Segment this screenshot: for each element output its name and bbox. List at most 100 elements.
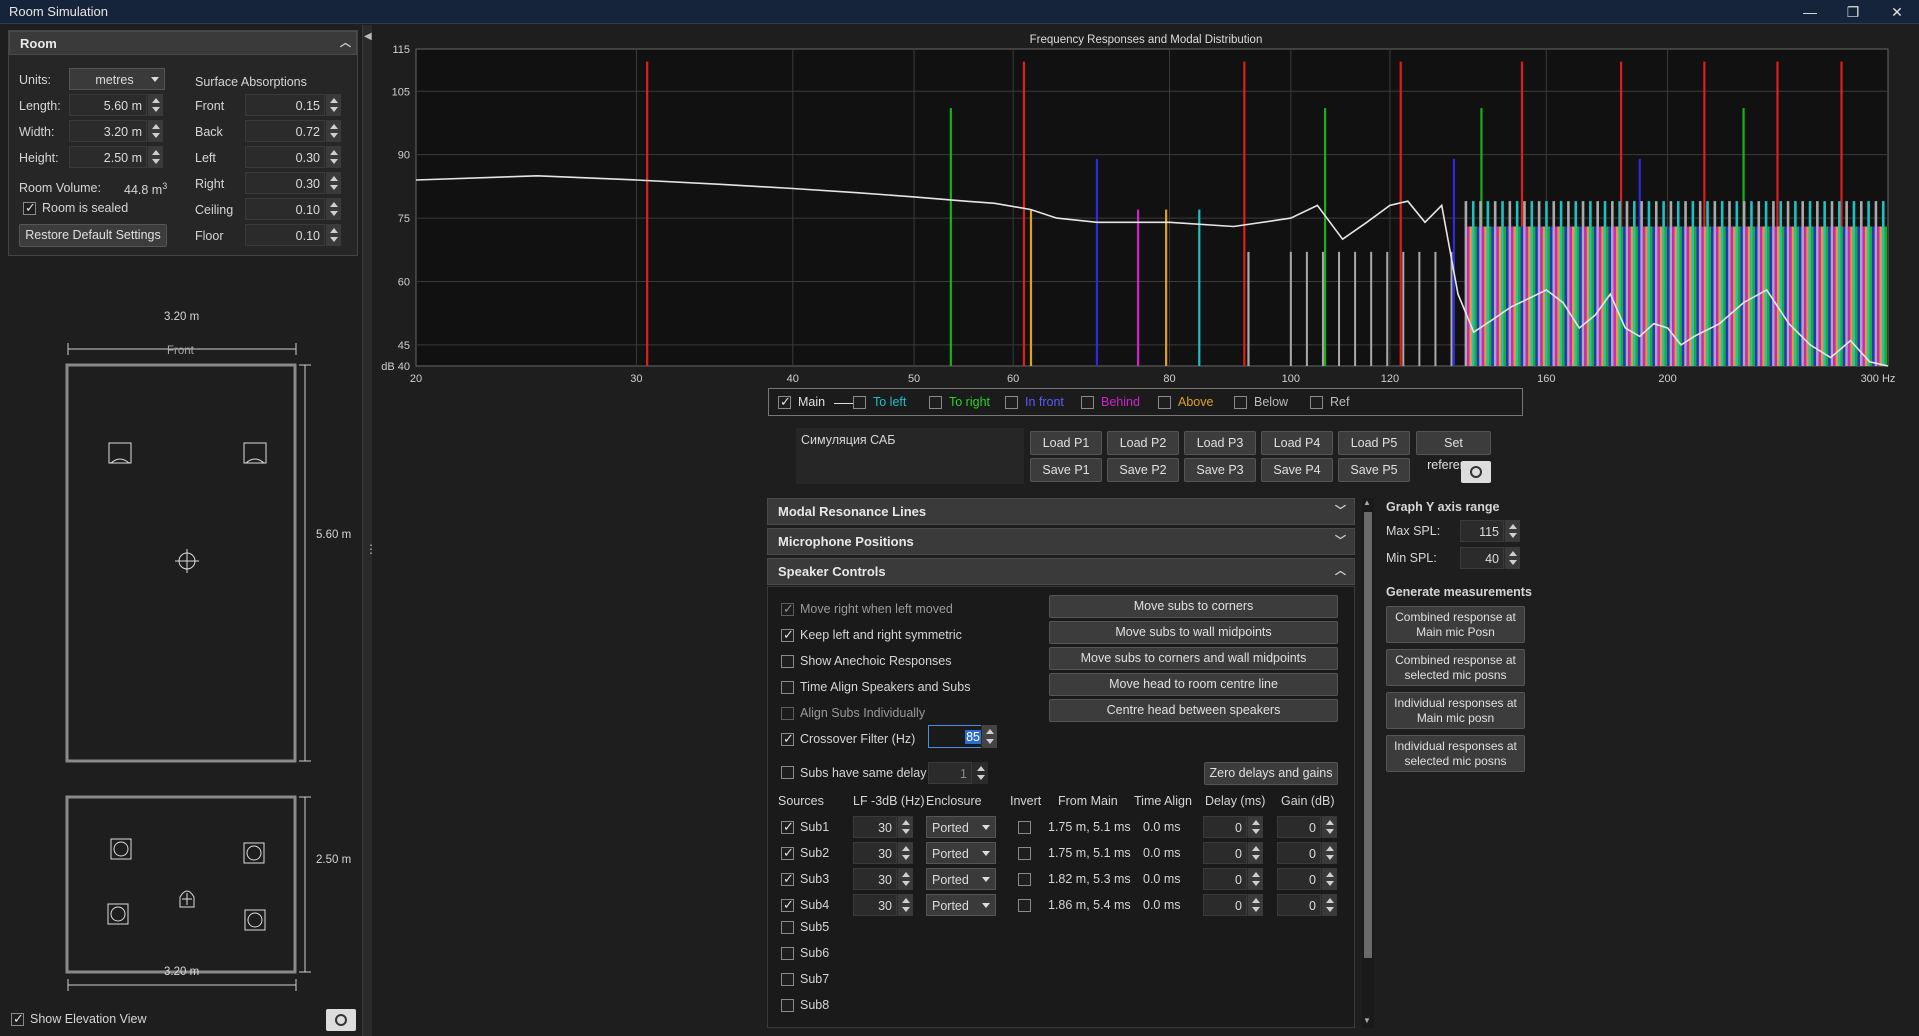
height-spinner[interactable] <box>147 146 163 168</box>
width-spinner[interactable] <box>147 120 163 142</box>
same-delay-input[interactable]: 1 <box>928 762 972 784</box>
chart-camera-icon[interactable] <box>1461 461 1491 483</box>
sub-invert-checkbox[interactable] <box>1018 821 1031 834</box>
sub-gain-input[interactable]: 0 <box>1277 868 1321 890</box>
min-spl-spinner[interactable] <box>1504 547 1520 569</box>
scroll-down-icon[interactable]: ▼ <box>1363 1016 1371 1025</box>
sub-gain-spinner[interactable] <box>1321 894 1337 916</box>
speaker-action-button[interactable]: Centre head between speakers <box>1049 699 1338 722</box>
sub-delay-input[interactable]: 0 <box>1203 816 1247 838</box>
absorption-spinner[interactable] <box>325 94 341 116</box>
legend-checkbox[interactable] <box>778 394 791 410</box>
units-select[interactable]: metres <box>69 68 165 90</box>
generate-measurement-button[interactable]: Individual responses at selected mic posn… <box>1386 735 1525 772</box>
speaker-option-checkbox[interactable] <box>781 655 794 668</box>
sub-gain-spinner[interactable] <box>1321 816 1337 838</box>
width-input[interactable]: 3.20 m <box>69 120 147 142</box>
sub-enable-checkbox[interactable] <box>781 947 794 960</box>
sub-lf-spinner[interactable] <box>897 894 913 916</box>
speaker-option-checkbox[interactable] <box>781 731 794 747</box>
save-preset-2-button[interactable]: Save P2 <box>1107 458 1179 482</box>
length-input[interactable]: 5.60 m <box>69 94 147 116</box>
expand-chevron-icon[interactable]: ﹀ <box>1335 499 1346 524</box>
room-sealed-checkbox[interactable] <box>23 200 36 216</box>
save-preset-1-button[interactable]: Save P1 <box>1030 458 1102 482</box>
modal-lines-section-header[interactable]: Modal Resonance Lines ﹀ <box>767 498 1355 525</box>
save-preset-3-button[interactable]: Save P3 <box>1184 458 1256 482</box>
sub-delay-spinner[interactable] <box>1247 842 1263 864</box>
legend-checkbox[interactable] <box>1234 396 1247 409</box>
sub-lf-input[interactable]: 30 <box>853 842 897 864</box>
legend-checkbox[interactable] <box>1158 396 1171 409</box>
sub-enable-checkbox[interactable] <box>781 845 794 861</box>
speaker-controls-section-header[interactable]: Speaker Controls ︿ <box>767 558 1355 585</box>
speaker-option-checkbox[interactable] <box>781 601 794 617</box>
scrollbar-thumb[interactable] <box>1364 512 1372 958</box>
close-button[interactable]: ✕ <box>1882 2 1912 22</box>
collapse-left-icon[interactable]: ◀ <box>364 31 372 42</box>
sub-enclosure-select[interactable]: Ported <box>926 894 996 916</box>
sub-enable-checkbox[interactable] <box>781 871 794 887</box>
load-preset-2-button[interactable]: Load P2 <box>1107 431 1179 455</box>
legend-checkbox[interactable] <box>929 396 942 409</box>
absorption-input[interactable]: 0.10 <box>245 198 325 220</box>
sub-delay-input[interactable]: 0 <box>1203 868 1247 890</box>
absorption-spinner[interactable] <box>325 120 341 142</box>
sub-invert-checkbox[interactable] <box>1018 873 1031 886</box>
sub-lf-input[interactable]: 30 <box>853 894 897 916</box>
scroll-up-icon[interactable]: ▲ <box>1363 498 1371 507</box>
sub-enable-checkbox[interactable] <box>781 999 794 1012</box>
camera-icon[interactable] <box>326 1009 356 1031</box>
restore-defaults-button[interactable]: Restore Default Settings <box>19 224 167 247</box>
absorption-input[interactable]: 0.15 <box>245 94 325 116</box>
minimize-button[interactable]: — <box>1795 2 1825 22</box>
set-reference-button[interactable]: Set reference <box>1416 431 1491 472</box>
load-preset-1-button[interactable]: Load P1 <box>1030 431 1102 455</box>
legend-checkbox[interactable] <box>853 396 866 409</box>
absorption-input[interactable]: 0.72 <box>245 120 325 142</box>
same-delay-spinner[interactable] <box>972 762 988 784</box>
expand-chevron-icon[interactable]: ﹀ <box>1335 529 1346 554</box>
speaker-action-button[interactable]: Move subs to corners <box>1049 595 1338 618</box>
sub-gain-input[interactable]: 0 <box>1277 816 1321 838</box>
sub-delay-input[interactable]: 0 <box>1203 842 1247 864</box>
sub-enable-checkbox[interactable] <box>781 973 794 986</box>
speaker-action-button[interactable]: Move subs to wall midpoints <box>1049 621 1338 644</box>
restore-button[interactable]: ❐ <box>1838 2 1868 22</box>
show-elevation-checkbox[interactable] <box>11 1011 24 1027</box>
absorption-input[interactable]: 0.30 <box>245 172 325 194</box>
sub-lf-spinner[interactable] <box>897 816 913 838</box>
max-spl-input[interactable]: 115 <box>1460 520 1504 542</box>
min-spl-input[interactable]: 40 <box>1460 547 1504 569</box>
generate-measurement-button[interactable]: Combined response at Main mic Posn <box>1386 606 1525 643</box>
sub-gain-spinner[interactable] <box>1321 842 1337 864</box>
sub-gain-input[interactable]: 0 <box>1277 894 1321 916</box>
speaker-option-checkbox[interactable] <box>781 681 794 694</box>
generate-measurement-button[interactable]: Individual responses at Main mic posn <box>1386 692 1525 729</box>
legend-checkbox[interactable] <box>1081 396 1094 409</box>
sub-gain-spinner[interactable] <box>1321 868 1337 890</box>
sub-lf-spinner[interactable] <box>897 842 913 864</box>
sub-enable-checkbox[interactable] <box>781 897 794 913</box>
legend-checkbox[interactable] <box>1310 396 1323 409</box>
load-preset-4-button[interactable]: Load P4 <box>1261 431 1333 455</box>
absorption-spinner[interactable] <box>325 172 341 194</box>
legend-checkbox[interactable] <box>1005 396 1018 409</box>
sub-lf-spinner[interactable] <box>897 868 913 890</box>
splitter-handle[interactable]: ◀ ⋮ <box>362 25 377 1036</box>
save-preset-4-button[interactable]: Save P4 <box>1261 458 1333 482</box>
sub-enclosure-select[interactable]: Ported <box>926 868 996 890</box>
absorption-spinner[interactable] <box>325 198 341 220</box>
same-delay-checkbox[interactable] <box>781 766 794 779</box>
mic-positions-section-header[interactable]: Microphone Positions ﹀ <box>767 528 1355 555</box>
crossover-input[interactable]: 85 <box>928 725 986 748</box>
collapse-chevron-icon[interactable]: ︿ <box>340 31 351 55</box>
max-spl-spinner[interactable] <box>1504 520 1520 542</box>
preset-name-box[interactable]: Симуляция САБ <box>796 428 1024 484</box>
sub-invert-checkbox[interactable] <box>1018 847 1031 860</box>
absorption-input[interactable]: 0.10 <box>245 224 325 246</box>
sub-lf-input[interactable]: 30 <box>853 868 897 890</box>
generate-measurement-button[interactable]: Combined response at selected mic posns <box>1386 649 1525 686</box>
crossover-spinner[interactable] <box>981 725 997 748</box>
load-preset-3-button[interactable]: Load P3 <box>1184 431 1256 455</box>
